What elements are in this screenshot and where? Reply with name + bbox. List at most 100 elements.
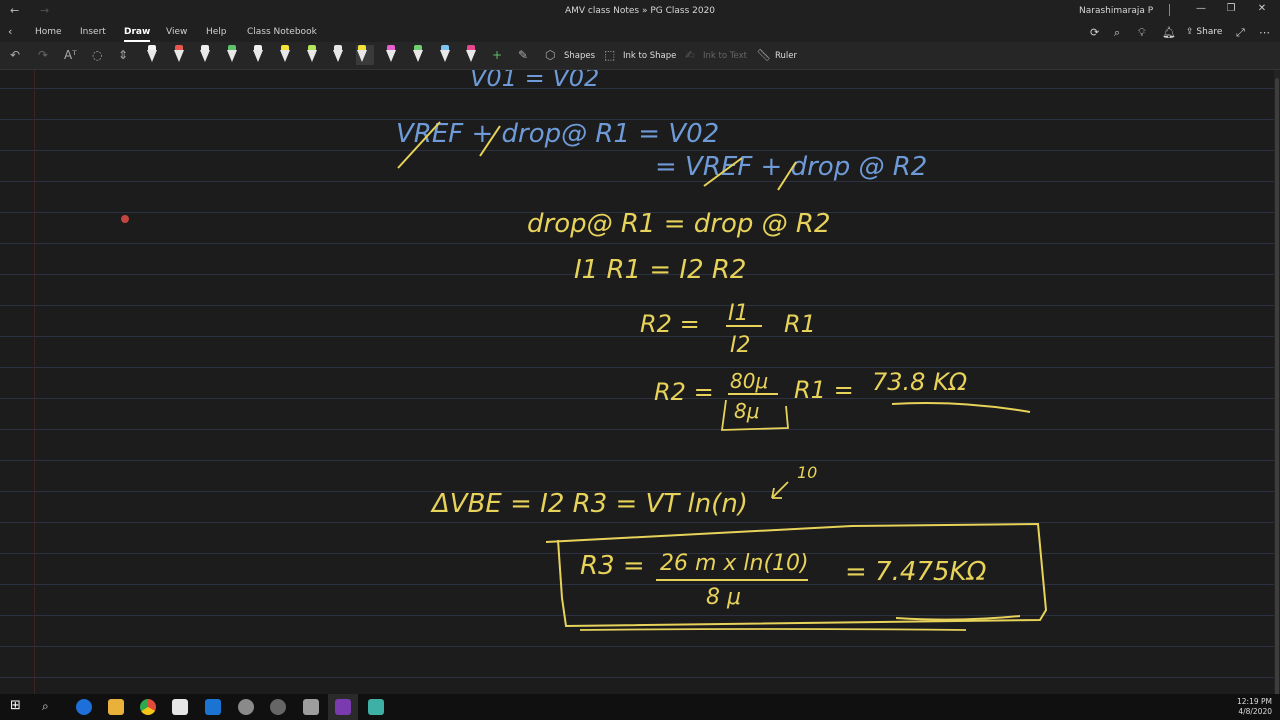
eq6-result-underline bbox=[895, 615, 1021, 621]
obs-icon[interactable] bbox=[270, 699, 286, 715]
tab-home[interactable]: Home bbox=[35, 27, 62, 37]
eq3-rhs: R1 bbox=[784, 310, 816, 338]
eq4-lhs: R2 = bbox=[654, 378, 714, 406]
pen-10[interactable] bbox=[385, 45, 397, 65]
edge-icon[interactable] bbox=[76, 699, 92, 715]
share-label: Share bbox=[1196, 27, 1223, 37]
draw-toolbar: ↶ ↷ Aᵀ ◌ ⇕ + ✎ ⬡ Shapes ⬚ Ink to Shape ✍… bbox=[0, 42, 1280, 70]
type-select-icon[interactable]: Aᵀ bbox=[64, 48, 77, 62]
expand-icon[interactable]: ⤢ bbox=[1236, 26, 1245, 40]
pen-4[interactable] bbox=[226, 45, 238, 65]
eq6-denominator: 8 μ bbox=[706, 585, 741, 610]
ruler-icon[interactable]: 📏︎ bbox=[756, 48, 771, 62]
pen-body bbox=[280, 50, 290, 62]
eq5-arrow bbox=[771, 481, 789, 499]
minimize-icon[interactable]: — bbox=[1194, 3, 1208, 14]
onenote-icon[interactable] bbox=[335, 699, 351, 715]
tab-help[interactable]: Help bbox=[206, 27, 227, 37]
pen-body bbox=[356, 50, 367, 62]
ink-to-shape-icon[interactable]: ⬚ bbox=[604, 48, 615, 62]
paint-icon[interactable] bbox=[238, 699, 254, 715]
pen-body bbox=[173, 50, 184, 62]
ink-to-text-icon: ✍ bbox=[685, 48, 696, 62]
close-icon[interactable]: ✕ bbox=[1255, 3, 1269, 14]
pen-body bbox=[200, 50, 211, 62]
pen-body bbox=[413, 50, 423, 62]
file-explorer-icon[interactable] bbox=[108, 699, 124, 715]
eq4-result-underline bbox=[891, 402, 1031, 413]
bell-icon[interactable]: 🔔︎ bbox=[1162, 26, 1176, 39]
pen-8[interactable] bbox=[332, 45, 344, 65]
clock-time: 12:19 PM bbox=[1237, 697, 1272, 706]
undo-icon[interactable]: ↶ bbox=[10, 48, 20, 62]
pen-7[interactable] bbox=[306, 45, 318, 65]
tab-draw[interactable]: Draw bbox=[124, 27, 151, 42]
result-box-underline bbox=[579, 628, 967, 631]
store-icon[interactable] bbox=[172, 699, 188, 715]
eq3-lhs: R2 = bbox=[640, 310, 700, 338]
search-icon[interactable]: ⌕ bbox=[1114, 26, 1120, 40]
pen-11[interactable] bbox=[412, 45, 424, 65]
title-divider bbox=[1169, 4, 1170, 16]
tab-class-notebook[interactable]: Class Notebook bbox=[247, 27, 317, 37]
windows-start-icon[interactable]: ⊞ bbox=[10, 698, 26, 714]
system-clock[interactable]: 12:19 PM 4/8/2020 bbox=[1237, 697, 1272, 717]
shapes-button[interactable]: Shapes bbox=[564, 51, 595, 61]
pen-body bbox=[439, 50, 450, 62]
eq4-mid: R1 = bbox=[794, 376, 854, 404]
pen-body bbox=[147, 50, 157, 62]
redo-icon[interactable]: ↷ bbox=[38, 48, 48, 62]
pen-2[interactable] bbox=[173, 45, 185, 65]
pen-body bbox=[226, 50, 237, 62]
tab-insert[interactable]: Insert bbox=[80, 27, 106, 37]
eq5-superscript: 10 bbox=[797, 463, 817, 482]
pen-5[interactable] bbox=[252, 45, 264, 65]
eq-i1r1-i2r2: I1 R1 = I2 R2 bbox=[574, 255, 746, 285]
eq-drop-r1-r2: drop@ R1 = drop @ R2 bbox=[527, 209, 831, 239]
more-options-icon[interactable]: ⋯ bbox=[1259, 26, 1270, 39]
pen-13[interactable] bbox=[465, 45, 477, 65]
tab-view[interactable]: View bbox=[166, 27, 187, 37]
onenote-window: ← → AMV class Notes » PG Class 2020 Nara… bbox=[0, 0, 1280, 720]
title-bar: ← → AMV class Notes » PG Class 2020 Nara… bbox=[0, 0, 1280, 22]
eq6-lhs: R3 = bbox=[580, 551, 645, 581]
outlook-icon[interactable] bbox=[205, 699, 221, 715]
lightbulb-icon[interactable]: 💡︎ bbox=[1138, 26, 1146, 40]
lasso-select-icon[interactable]: ◌ bbox=[92, 48, 102, 62]
pen-body bbox=[333, 50, 344, 62]
pen-12[interactable] bbox=[439, 45, 451, 65]
pen-body bbox=[306, 50, 317, 62]
eq4-numerator: 80μ bbox=[730, 369, 768, 393]
navigation-back-icon[interactable]: ‹ bbox=[8, 25, 12, 38]
pen-body bbox=[253, 50, 264, 62]
restore-icon[interactable]: ❐ bbox=[1224, 3, 1238, 14]
chrome-icon[interactable] bbox=[140, 699, 156, 715]
pen-9[interactable] bbox=[355, 45, 374, 65]
snipping-tool-icon[interactable] bbox=[303, 699, 319, 715]
ink-to-shape-button[interactable]: Ink to Shape bbox=[623, 51, 676, 61]
pen-3[interactable] bbox=[199, 45, 211, 65]
eq3-numerator: I1 bbox=[728, 301, 749, 326]
add-space-icon[interactable]: ⇕ bbox=[118, 48, 128, 62]
pen-6[interactable] bbox=[279, 45, 291, 65]
eq6-result: = 7.475KΩ bbox=[845, 557, 987, 587]
shapes-icon[interactable]: ⬡ bbox=[545, 48, 555, 62]
ink-replay-icon[interactable]: ✎ bbox=[518, 48, 528, 62]
note-line-vref-drop-r2: = VREF + drop @ R2 bbox=[655, 152, 927, 182]
ruler-button[interactable]: Ruler bbox=[775, 51, 797, 61]
clock-date: 4/8/2020 bbox=[1238, 707, 1272, 716]
eq6-numerator: 26 m x ln(10) bbox=[660, 551, 809, 576]
search-taskbar-icon[interactable]: ⌕ bbox=[42, 699, 58, 715]
sync-icon[interactable]: ⟳ bbox=[1090, 26, 1099, 39]
windows-taskbar: ⊞ ⌕ 12:19 PM 4/8/2020 bbox=[0, 694, 1280, 720]
pen-body bbox=[466, 50, 477, 62]
handwritten-notes: V01 = V02 VREF + drop@ R1 = V02 = VREF +… bbox=[396, 70, 1048, 631]
pen-body bbox=[386, 50, 397, 62]
teams-app-icon[interactable] bbox=[368, 699, 384, 715]
user-name[interactable]: Narashimaraja P bbox=[1079, 6, 1153, 16]
share-button[interactable]: ⇪ Share bbox=[1186, 27, 1222, 37]
ink-to-text-button[interactable]: Ink to Text bbox=[703, 51, 747, 61]
pen-1[interactable] bbox=[146, 45, 158, 65]
note-line-vo1-vo2: V01 = V02 bbox=[470, 70, 599, 92]
add-pen-icon[interactable]: + bbox=[492, 48, 502, 62]
